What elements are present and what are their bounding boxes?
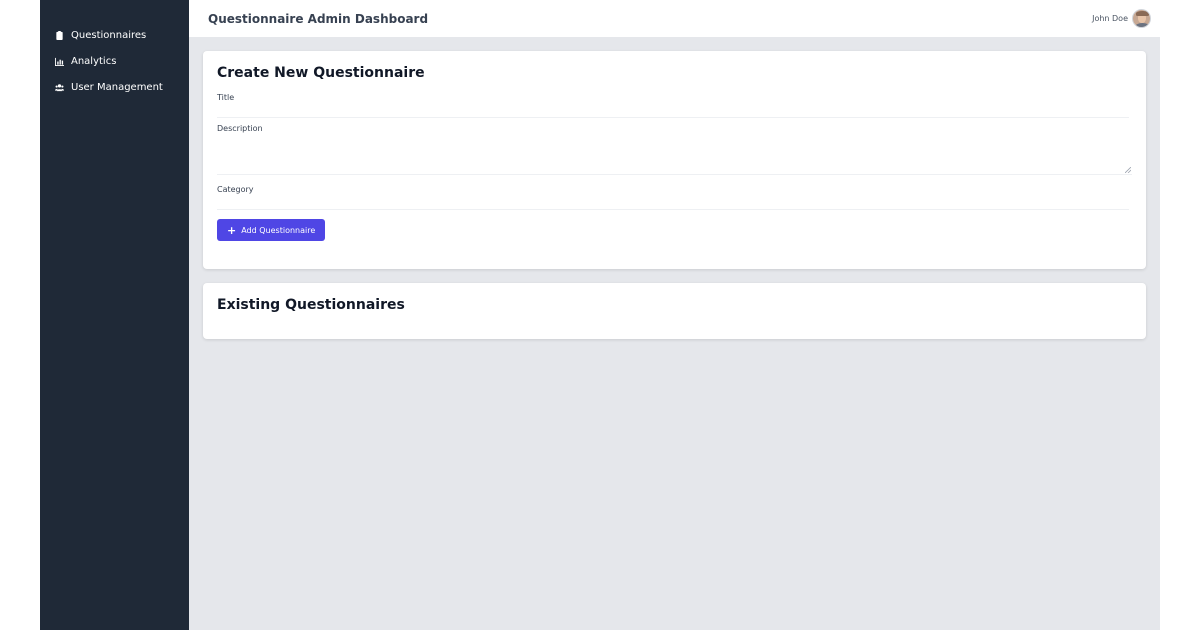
description-textarea[interactable] [217,135,1132,174]
sidebar-item-analytics[interactable]: Analytics [40,48,189,74]
add-questionnaire-label: Add Questionnaire [241,225,316,235]
resize-handle-icon[interactable] [1125,167,1131,173]
clipboard-icon [54,30,64,40]
page-title: Questionnaire Admin Dashboard [208,11,429,26]
title-input[interactable] [217,104,1129,118]
create-questionnaire-heading: Create New Questionnaire [217,65,425,81]
add-questionnaire-button[interactable]: + Add Questionnaire [217,219,326,241]
avatar[interactable] [1132,9,1151,28]
top-bar: Questionnaire Admin Dashboard John Doe [189,0,1160,37]
description-field [217,135,1132,175]
sidebar-item-label: Analytics [71,55,117,67]
category-input[interactable] [217,196,1129,210]
sidebar-item-user-management[interactable]: User Management [40,74,189,100]
existing-questionnaires-card: Existing Questionnaires [203,283,1146,339]
category-label: Category [217,185,254,194]
description-label: Description [217,124,263,133]
users-icon [54,82,64,92]
bar-chart-icon [54,56,64,66]
user-name: John Doe [1092,14,1128,23]
sidebar-item-label: User Management [71,81,163,93]
sidebar-item-label: Questionnaires [71,29,147,41]
plus-icon: + [227,223,237,237]
app-shell: Questionnaires Analytics User Management… [40,0,1160,630]
create-questionnaire-card: Create New Questionnaire Title Descripti… [203,51,1146,269]
sidebar-item-questionnaires[interactable]: Questionnaires [40,22,189,48]
main-content: Questionnaire Admin Dashboard John Doe C… [189,0,1160,630]
existing-questionnaires-heading: Existing Questionnaires [217,297,405,313]
user-menu[interactable]: John Doe [1092,9,1151,28]
sidebar: Questionnaires Analytics User Management [40,0,189,630]
title-label: Title [217,93,235,102]
